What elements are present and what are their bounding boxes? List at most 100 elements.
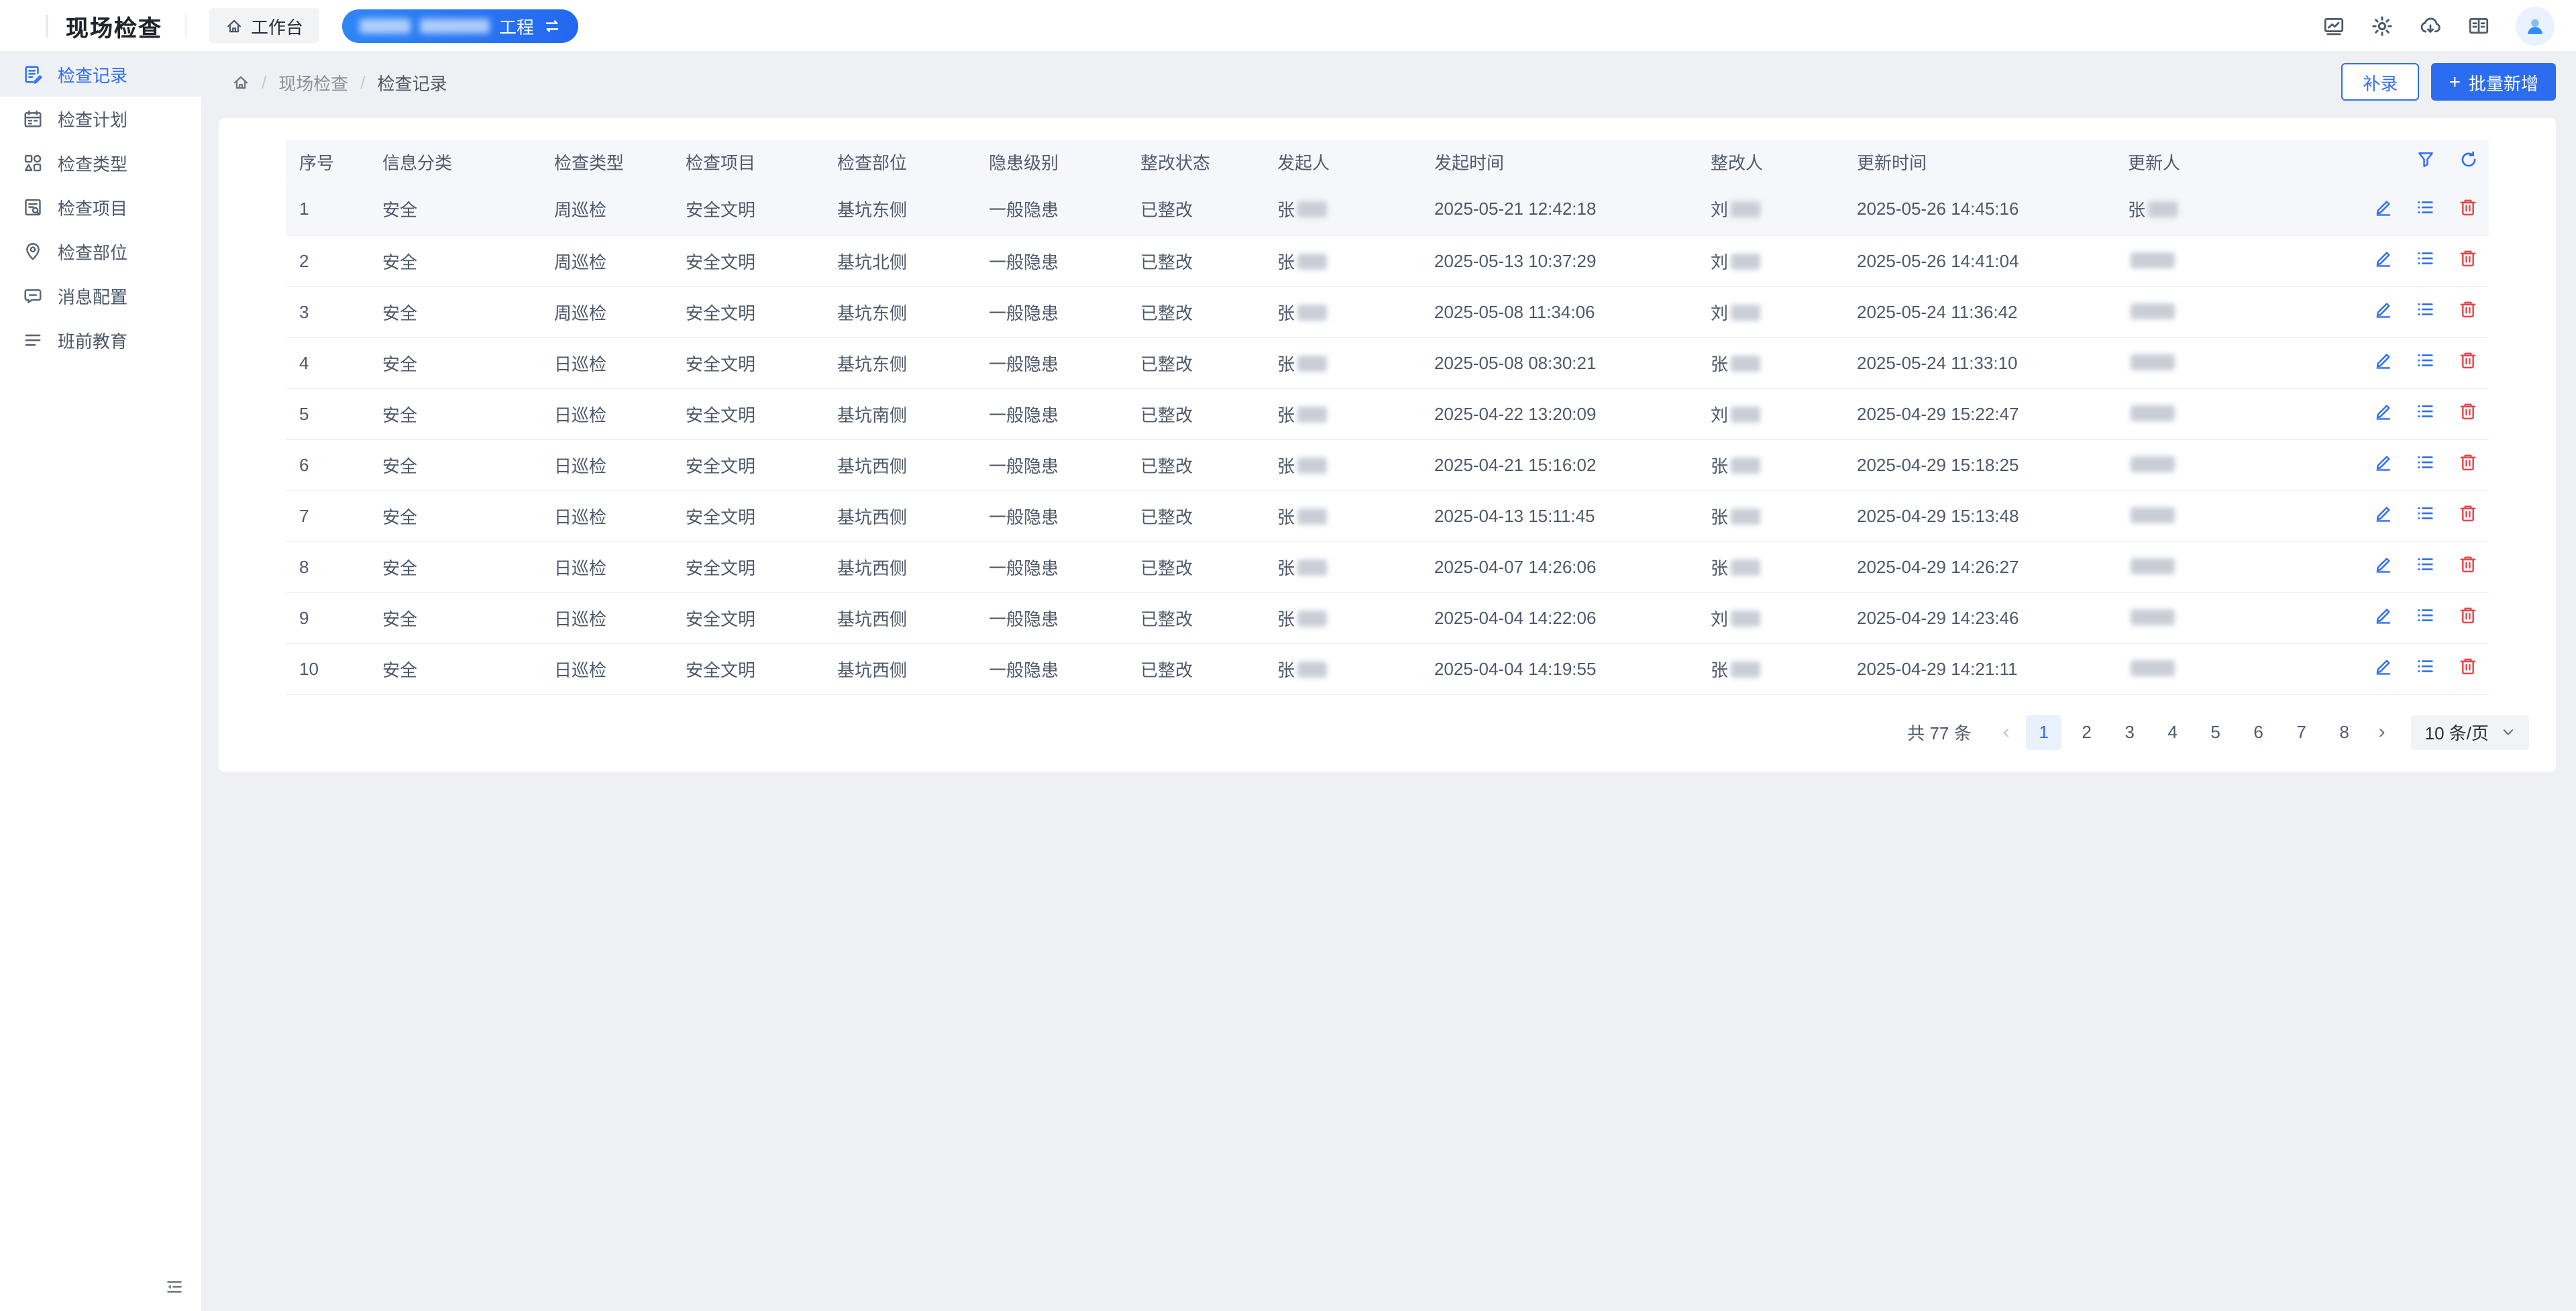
page-button[interactable]: 2 — [2070, 715, 2104, 749]
table-cell: 2025-04-04 14:19:55 — [1421, 643, 1697, 694]
sidebar-collapse-icon[interactable] — [162, 1275, 186, 1299]
detail-list-icon[interactable] — [2416, 605, 2436, 629]
name-text: 张 — [1711, 456, 1728, 476]
breadcrumb-item[interactable]: 现场检查 — [278, 69, 348, 95]
detail-list-icon[interactable] — [2416, 248, 2436, 272]
table-cell: 一般隐患 — [975, 490, 1127, 541]
page-button[interactable]: 8 — [2327, 715, 2362, 749]
table-cell: 安全 — [369, 286, 541, 337]
monitor-icon[interactable] — [2322, 14, 2345, 37]
detail-list-icon[interactable] — [2416, 197, 2436, 221]
table-cell: 2025-04-29 14:23:46 — [1843, 592, 2114, 643]
edit-icon[interactable] — [2373, 503, 2394, 527]
edit-icon[interactable] — [2373, 452, 2394, 476]
refresh-icon[interactable] — [2459, 150, 2478, 173]
table-row[interactable]: 9安全日巡检安全文明基坑西侧一般隐患已整改张2025-04-04 14:22:0… — [286, 592, 2489, 643]
filter-icon[interactable] — [2417, 150, 2436, 173]
sidebar-item-inspection-type[interactable]: 检查类型 — [0, 141, 201, 185]
table-row[interactable]: 10安全日巡检安全文明基坑西侧一般隐患已整改张2025-04-04 14:19:… — [286, 643, 2489, 694]
delete-icon[interactable] — [2458, 656, 2478, 680]
delete-icon[interactable] — [2458, 350, 2478, 374]
edit-icon[interactable] — [2373, 248, 2394, 272]
table-row[interactable]: 6安全日巡检安全文明基坑西侧一般隐患已整改张2025-04-21 15:16:0… — [286, 439, 2489, 490]
detail-list-icon[interactable] — [2416, 350, 2436, 374]
table-row[interactable]: 7安全日巡检安全文明基坑西侧一般隐患已整改张2025-04-13 15:11:4… — [286, 490, 2489, 541]
table-row[interactable]: 8安全日巡检安全文明基坑西侧一般隐患已整改张2025-04-07 14:26:0… — [286, 541, 2489, 592]
detail-list-icon[interactable] — [2416, 503, 2436, 527]
page-button[interactable]: 7 — [2284, 715, 2319, 749]
redacted-name-cell — [2114, 388, 2305, 439]
sidebar-item-inspection-items[interactable]: 检查项目 — [0, 185, 201, 229]
page-button[interactable]: 6 — [2241, 715, 2276, 749]
detail-list-icon[interactable] — [2416, 656, 2436, 680]
edit-icon[interactable] — [2373, 605, 2394, 629]
table-row[interactable]: 4安全日巡检安全文明基坑东侧一般隐患已整改张2025-05-08 08:30:2… — [286, 337, 2489, 388]
redacted-blur — [2131, 405, 2175, 421]
sidebar-item-inspection-records[interactable]: 检查记录 — [0, 52, 201, 97]
list-icon — [23, 330, 43, 350]
edit-icon[interactable] — [2373, 197, 2394, 221]
delete-icon[interactable] — [2458, 605, 2478, 629]
detail-list-icon[interactable] — [2416, 554, 2436, 578]
batch-add-button[interactable]: + 批量新增 — [2431, 63, 2556, 101]
detail-list-icon[interactable] — [2416, 401, 2436, 425]
book-icon[interactable] — [2467, 14, 2490, 37]
sidebar-item-pre-shift-education[interactable]: 班前教育 — [0, 318, 201, 362]
cloud-download-icon[interactable] — [2419, 14, 2442, 37]
redacted-name-cell: 张 — [1697, 337, 1843, 388]
name-text: 刘 — [1711, 201, 1728, 221]
delete-icon[interactable] — [2458, 197, 2478, 221]
delete-icon[interactable] — [2458, 503, 2478, 527]
page-button[interactable]: 3 — [2112, 715, 2147, 749]
redacted-blur — [1731, 559, 1760, 575]
delete-icon[interactable] — [2458, 554, 2478, 578]
edit-icon[interactable] — [2373, 299, 2394, 323]
supplement-button[interactable]: 补录 — [2341, 63, 2419, 101]
table-row[interactable]: 5安全日巡检安全文明基坑南侧一般隐患已整改张2025-04-22 13:20:0… — [286, 388, 2489, 439]
table-cell: 一般隐患 — [975, 388, 1127, 439]
name-text: 张 — [1277, 405, 1295, 425]
edit-icon[interactable] — [2373, 350, 2394, 374]
row-actions-cell — [2305, 439, 2489, 490]
workbench-label: 工作台 — [251, 13, 303, 38]
project-switcher[interactable]: 工程 — [342, 9, 578, 42]
name-text: 张 — [1277, 507, 1295, 527]
detail-list-icon[interactable] — [2416, 452, 2436, 476]
table-row[interactable]: 2安全周巡检安全文明基坑北侧一般隐患已整改张2025-05-13 10:37:2… — [286, 235, 2489, 286]
page-button[interactable]: 4 — [2155, 715, 2190, 749]
sidebar-item-inspection-parts[interactable]: 检查部位 — [0, 229, 201, 274]
workbench-button[interactable]: 工作台 — [209, 8, 319, 43]
redacted-blur — [2131, 609, 2175, 625]
table-row[interactable]: 1安全周巡检安全文明基坑东侧一般隐患已整改张2025-05-21 12:42:1… — [286, 184, 2489, 235]
sidebar-item-inspection-plan[interactable]: 检查计划 — [0, 97, 201, 141]
sidebar-item-message-config[interactable]: 消息配置 — [0, 274, 201, 318]
redacted-name-cell: 张 — [1264, 592, 1421, 643]
delete-icon[interactable] — [2458, 299, 2478, 323]
edit-icon[interactable] — [2373, 554, 2394, 578]
delete-icon[interactable] — [2458, 248, 2478, 272]
table-row[interactable]: 3安全周巡检安全文明基坑东侧一般隐患已整改张2025-05-08 11:34:0… — [286, 286, 2489, 337]
avatar[interactable] — [2516, 6, 2555, 45]
next-page-button[interactable]: › — [2366, 715, 2398, 749]
gear-icon[interactable] — [2371, 14, 2394, 37]
edit-icon[interactable] — [2373, 656, 2394, 680]
app-root: 现场检查 工作台 工程 — [0, 0, 2576, 1311]
table-cell: 安全 — [369, 388, 541, 439]
delete-icon[interactable] — [2458, 452, 2478, 476]
previous-page-button[interactable]: ‹ — [1990, 715, 2023, 749]
redacted-blur — [1297, 457, 1327, 473]
table-cell: 基坑西侧 — [824, 592, 975, 643]
detail-list-icon[interactable] — [2416, 299, 2436, 323]
table-cell: 已整改 — [1127, 235, 1264, 286]
delete-icon[interactable] — [2458, 401, 2478, 425]
top-navbar: 现场检查 工作台 工程 — [0, 0, 2576, 52]
breadcrumb-home-icon[interactable] — [232, 73, 250, 91]
page-size-select[interactable]: 10 条/页 — [2412, 715, 2529, 749]
message-icon — [23, 286, 43, 306]
page-button[interactable]: 5 — [2198, 715, 2233, 749]
pagination-pages: 12345678 — [2023, 715, 2366, 749]
page-button[interactable]: 1 — [2027, 715, 2061, 749]
table-cell: 日巡检 — [541, 592, 672, 643]
chevron-down-icon — [2501, 725, 2516, 739]
edit-icon[interactable] — [2373, 401, 2394, 425]
